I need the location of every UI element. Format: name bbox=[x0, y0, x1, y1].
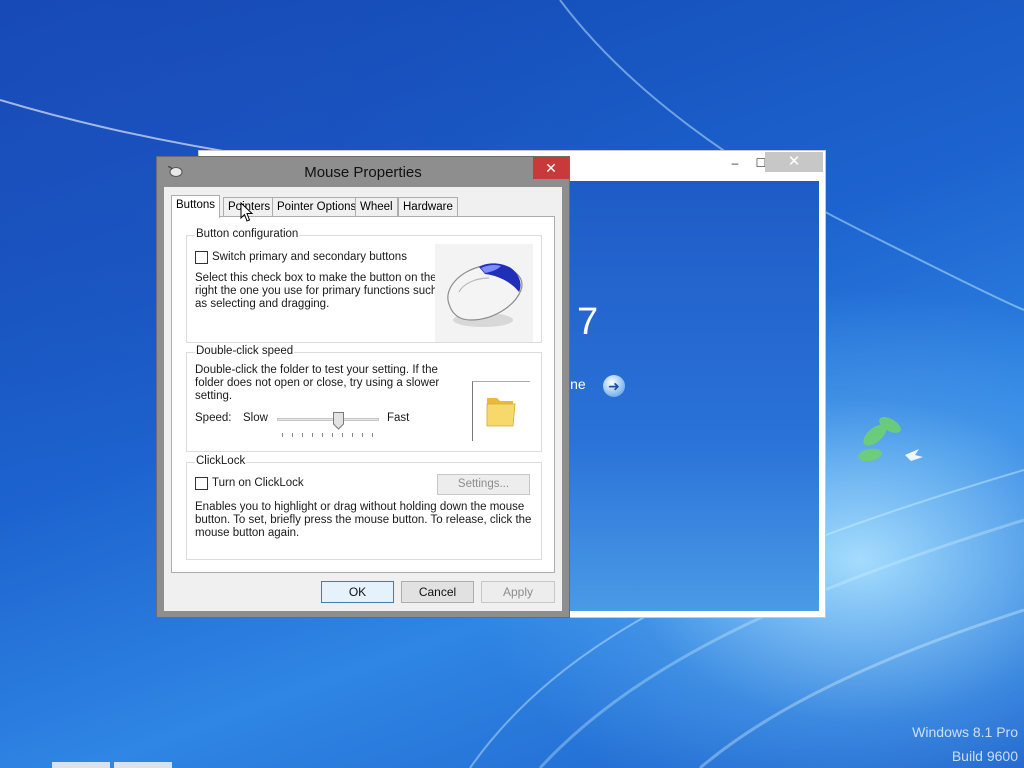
dialog-titlebar[interactable]: Mouse Properties ✕ bbox=[157, 157, 569, 187]
mouse-illustration bbox=[435, 244, 533, 342]
slider-tick bbox=[312, 433, 313, 437]
tab-hardware[interactable]: Hardware bbox=[398, 197, 458, 217]
apply-button[interactable]: Apply bbox=[481, 581, 555, 603]
background-close-button[interactable]: ✕ bbox=[765, 152, 823, 172]
clicklock-description-line: mouse button again. bbox=[195, 527, 300, 539]
switch-buttons-label[interactable]: Switch primary and secondary buttons bbox=[212, 251, 407, 264]
test-folder-area[interactable] bbox=[472, 381, 530, 441]
fast-label: Fast bbox=[387, 412, 410, 424]
taskbar-edge bbox=[114, 762, 172, 768]
tab-wheel[interactable]: Wheel bbox=[355, 197, 398, 217]
slider-tick bbox=[282, 433, 283, 437]
buttons-tab-panel: Button configuration Switch primary and … bbox=[171, 216, 555, 573]
double-click-speed-legend: Double-click speed bbox=[195, 345, 295, 357]
slider-tick bbox=[362, 433, 363, 437]
clicklock-legend: ClickLock bbox=[195, 455, 247, 467]
slider-tick bbox=[372, 433, 373, 437]
double-click-description-line: folder does not open or close, try using… bbox=[195, 377, 440, 389]
clicklock-description-line: Enables you to highlight or drag without… bbox=[195, 501, 525, 513]
windows-version-watermark: Windows 8.1 Pro bbox=[912, 724, 1018, 740]
dialog-close-button[interactable]: ✕ bbox=[533, 157, 569, 179]
windows-build-watermark: Build 9600 bbox=[951, 748, 1018, 764]
button-config-description-line: right the one you use for primary functi… bbox=[195, 285, 438, 297]
button-configuration-legend: Button configuration bbox=[195, 228, 300, 240]
speed-label: Speed: bbox=[195, 412, 232, 424]
slider-tick bbox=[342, 433, 343, 437]
button-config-description-line: Select this check box to make the button… bbox=[195, 272, 437, 284]
double-click-description-line: setting. bbox=[195, 390, 233, 402]
mouse-device-icon bbox=[447, 263, 523, 327]
slider-tick bbox=[322, 433, 323, 437]
background-window-content bbox=[539, 181, 819, 611]
forward-arrow-icon[interactable]: ➜ bbox=[603, 375, 625, 397]
double-click-speed-slider-thumb[interactable] bbox=[333, 412, 345, 430]
dialog-client-area: Buttons Pointers Pointer Options Wheel H… bbox=[164, 187, 562, 611]
tab-pointer-options[interactable]: Pointer Options bbox=[272, 197, 362, 217]
double-click-description-line: Double-click the folder to test your set… bbox=[195, 364, 438, 376]
background-heading: 7 bbox=[577, 301, 599, 343]
ok-button[interactable]: OK bbox=[321, 581, 394, 603]
clicklock-description-line: button. To set, briefly press the mouse … bbox=[195, 514, 532, 526]
clicklock-label[interactable]: Turn on ClickLock bbox=[212, 477, 304, 490]
slider-tick bbox=[332, 433, 333, 437]
switch-buttons-checkbox[interactable] bbox=[195, 251, 208, 264]
dialog-title: Mouse Properties bbox=[304, 164, 422, 181]
folder-icon bbox=[486, 398, 516, 427]
mouse-cursor-icon bbox=[240, 202, 254, 222]
slider-tick bbox=[292, 433, 293, 437]
slider-tick bbox=[302, 433, 303, 437]
button-configuration-group: Button configuration Switch primary and … bbox=[186, 228, 542, 343]
clicklock-settings-button[interactable]: Settings... bbox=[437, 474, 530, 495]
slider-tick bbox=[352, 433, 353, 437]
clicklock-checkbox[interactable] bbox=[195, 477, 208, 490]
taskbar-edge bbox=[52, 762, 110, 768]
cancel-button[interactable]: Cancel bbox=[401, 581, 474, 603]
button-config-description-line: as selecting and dragging. bbox=[195, 298, 330, 310]
background-minimize-button[interactable]: – bbox=[723, 153, 747, 173]
double-click-speed-group: Double-click speed Double-click the fold… bbox=[186, 345, 542, 452]
mouse-properties-dialog: Mouse Properties ✕ Buttons Pointers Poin… bbox=[156, 156, 570, 618]
double-click-speed-track[interactable] bbox=[277, 418, 379, 421]
slow-label: Slow bbox=[243, 412, 268, 424]
tab-buttons[interactable]: Buttons bbox=[171, 195, 220, 218]
clicklock-group: ClickLock Turn on ClickLock Settings... … bbox=[186, 455, 542, 560]
